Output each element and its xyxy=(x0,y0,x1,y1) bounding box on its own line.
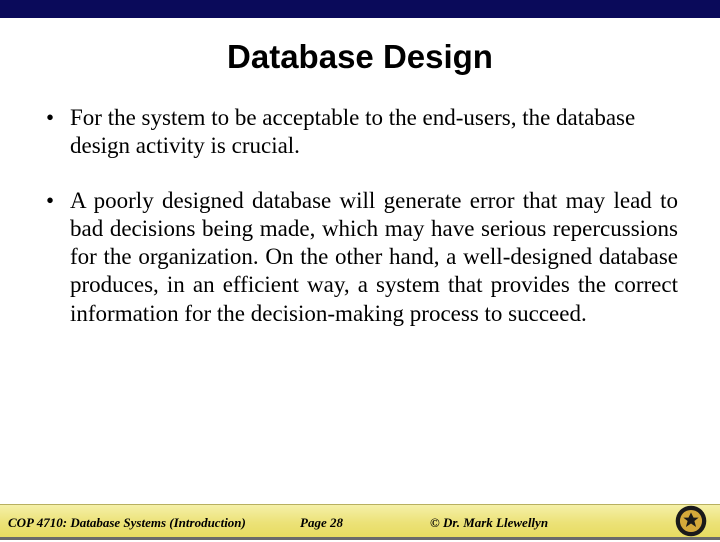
slide-footer: COP 4710: Database Systems (Introduction… xyxy=(0,504,720,540)
bullet-list: For the system to be acceptable to the e… xyxy=(42,104,678,328)
slide-content: For the system to be acceptable to the e… xyxy=(0,104,720,328)
footer-course: COP 4710: Database Systems (Introduction… xyxy=(0,515,300,531)
bullet-item: For the system to be acceptable to the e… xyxy=(42,104,678,161)
slide-title: Database Design xyxy=(0,38,720,76)
top-accent-bar xyxy=(0,0,720,18)
bullet-text: A poorly designed database will generate… xyxy=(70,188,678,326)
footer-page: Page 28 xyxy=(300,515,430,531)
footer-copyright: © Dr. Mark Llewellyn xyxy=(430,515,630,531)
ucf-logo-icon xyxy=(674,504,708,538)
bullet-item: A poorly designed database will generate… xyxy=(42,187,678,328)
bullet-text: For the system to be acceptable to the e… xyxy=(70,105,635,158)
